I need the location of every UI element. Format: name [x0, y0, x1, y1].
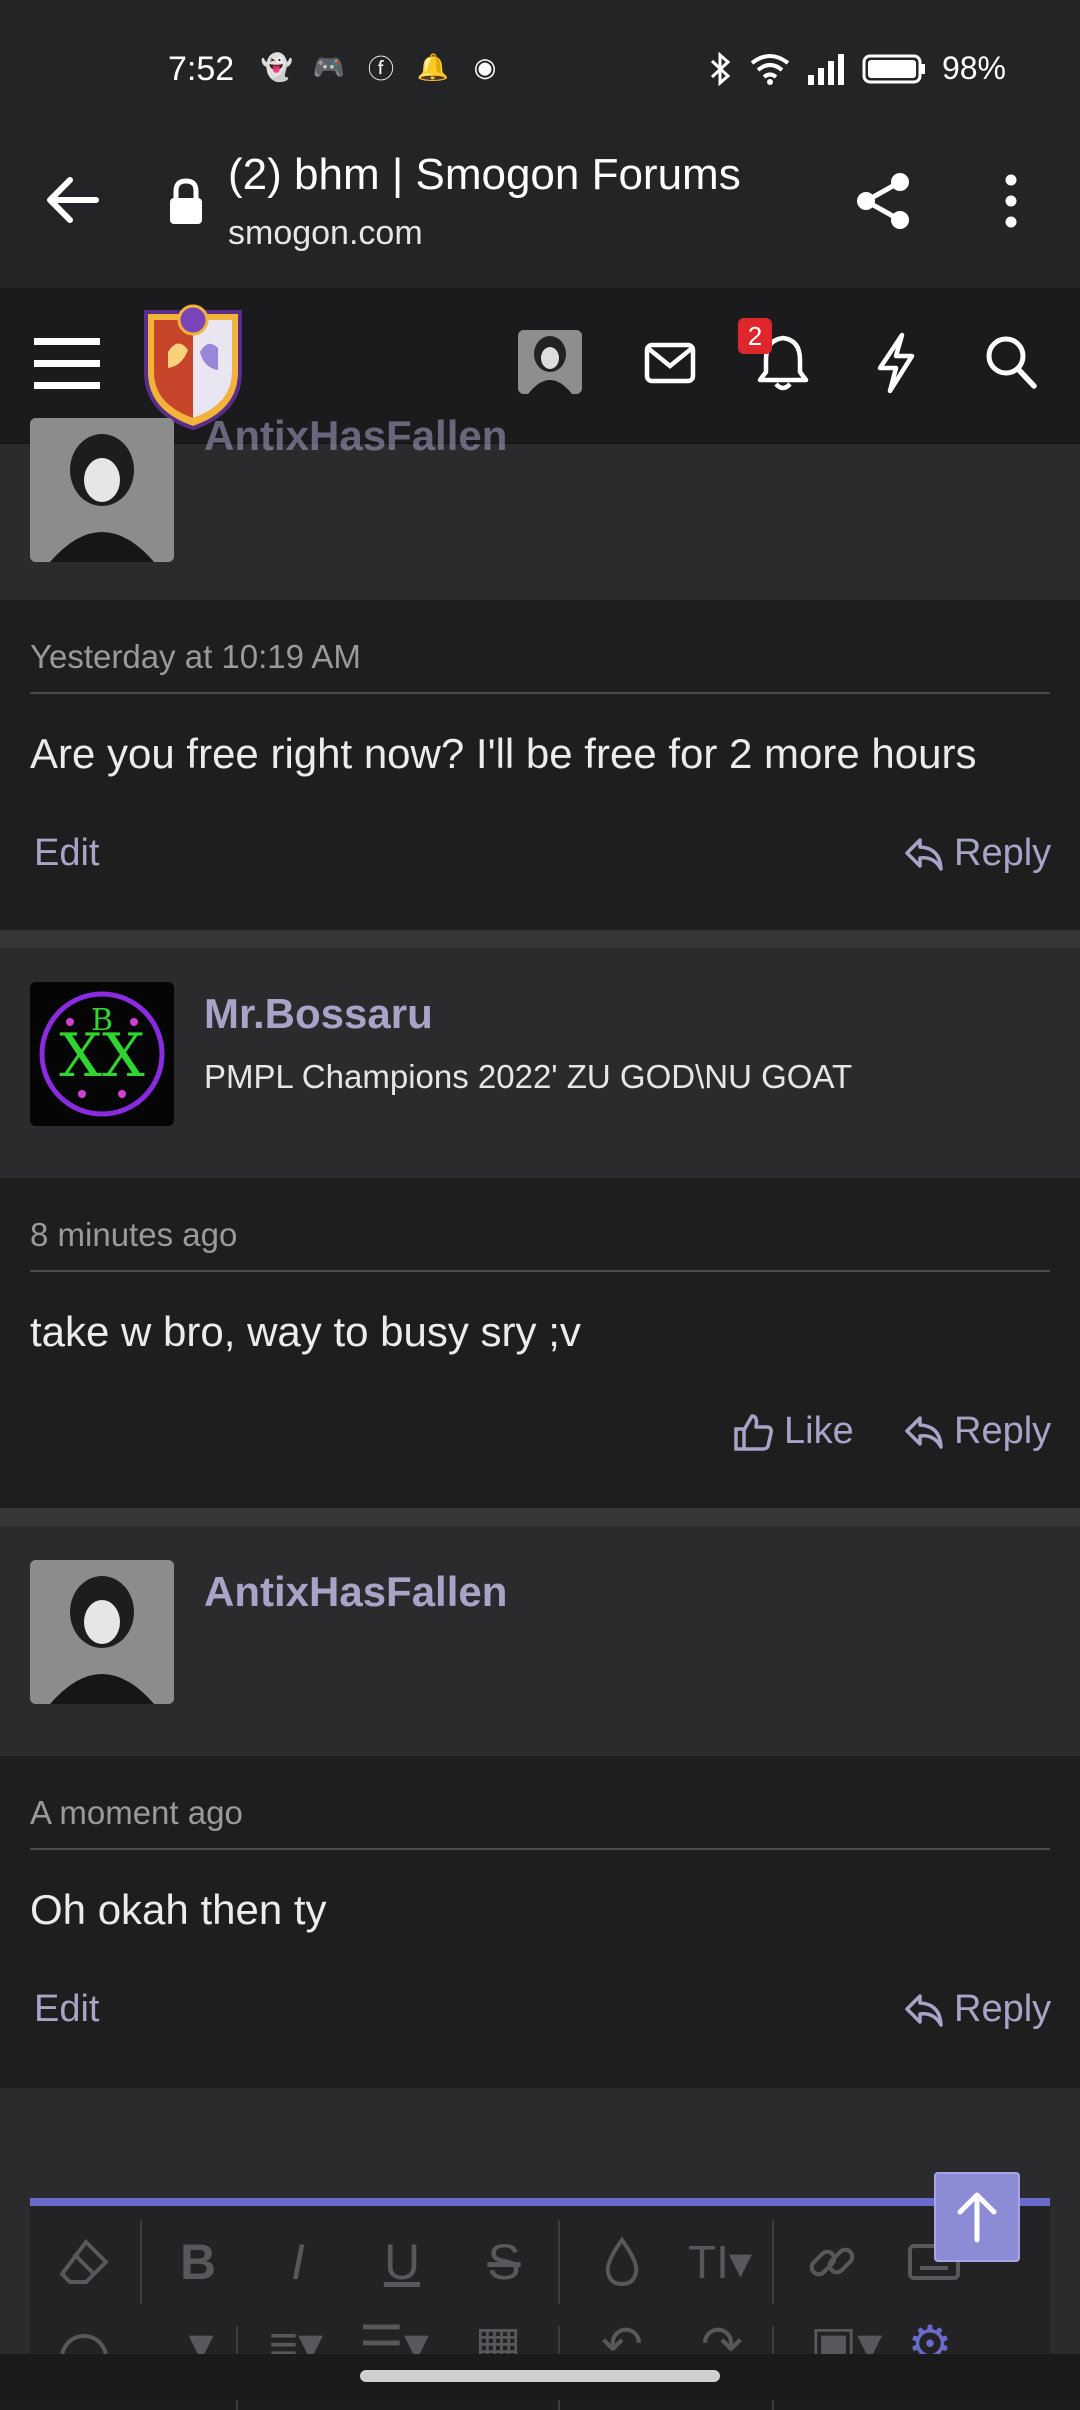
message-text: Oh okah then ty: [30, 1886, 327, 1933]
back-arrow-icon[interactable]: [42, 170, 102, 230]
status-right: 98%: [708, 50, 1006, 87]
signal-icon: [807, 53, 844, 85]
user-avatar[interactable]: [30, 418, 174, 562]
bluetooth-icon: [710, 51, 731, 86]
message-divider: [30, 1270, 1050, 1272]
reply-button[interactable]: Reply: [904, 1410, 1051, 1453]
reply-label: Reply: [954, 832, 1052, 874]
status-bar: 7:52 👻 🎮 ⓕ 🔔 ◉ 98%: [0, 0, 1080, 130]
message-pointer: [78, 1156, 126, 1178]
snapchat-icon: 👻: [260, 51, 294, 82]
message-username[interactable]: AntixHasFallen: [204, 1568, 507, 1616]
message-text: Are you free right now? I'll be free for…: [30, 730, 977, 777]
message-pointer: [78, 1734, 126, 1756]
message-separator: [0, 1508, 1080, 1526]
reply-icon: [905, 837, 943, 871]
user-avatar[interactable]: XX B: [30, 982, 174, 1126]
link-icon[interactable]: [804, 2234, 860, 2290]
lightning-icon[interactable]: [874, 332, 918, 394]
wifi-icon: [750, 53, 790, 85]
reply-label: Reply: [954, 1410, 1052, 1452]
message-divider: [30, 692, 1050, 694]
page-title[interactable]: (2) bhm | Smogon Forums: [228, 150, 741, 200]
menu-icon[interactable]: [34, 336, 100, 392]
user-avatar[interactable]: [30, 1560, 174, 1704]
thumbs-up-icon: [734, 1413, 773, 1451]
page-domain[interactable]: smogon.com: [228, 214, 423, 253]
reply-icon: [905, 1993, 943, 2027]
color-drop-icon[interactable]: [594, 2234, 650, 2290]
toolbar-separator: [140, 2220, 142, 2304]
bell-icon: 🔔: [416, 51, 450, 82]
notification-badge[interactable]: 2: [738, 318, 772, 354]
battery-percent: 98%: [941, 50, 1006, 86]
battery-icon: [862, 54, 925, 83]
message-pointer: [78, 578, 126, 600]
message-username[interactable]: Mr.Bossaru: [204, 990, 433, 1038]
message-user-block: XX B Mr.Bossaru PMPL Champions 2022' ZU G…: [0, 948, 1080, 1178]
app-icon: ◉: [473, 51, 497, 82]
status-time: 7:52: [168, 50, 235, 88]
message-date[interactable]: Yesterday at 10:19 AM: [30, 638, 361, 676]
like-button[interactable]: Like: [734, 1410, 854, 1453]
message-date[interactable]: 8 minutes ago: [30, 1216, 237, 1254]
like-label: Like: [784, 1410, 854, 1452]
font-size-icon[interactable]: TI▾: [680, 2234, 760, 2290]
toolbar-separator: [558, 2220, 560, 2304]
smogon-logo[interactable]: [138, 302, 248, 430]
notification-icons: 👻 🎮 ⓕ 🔔 ◉: [260, 51, 500, 84]
message-divider: [30, 1848, 1050, 1850]
message-text: take w bro, way to busy sry ;v: [30, 1308, 581, 1355]
scroll-to-top-button[interactable]: [934, 2172, 1020, 2262]
edit-button[interactable]: Edit: [34, 832, 99, 875]
edit-label: Edit: [34, 832, 100, 874]
search-icon[interactable]: [984, 334, 1038, 392]
message-date[interactable]: A moment ago: [30, 1794, 243, 1832]
message-body: A moment ago Oh okah then ty Edit Reply: [0, 1756, 1080, 2088]
reply-button[interactable]: Reply: [904, 1988, 1051, 2031]
user-title: PMPL Champions 2022' ZU GOD\NU GOAT: [204, 1058, 853, 1095]
edit-label: Edit: [34, 1988, 100, 2030]
message-separator: [0, 930, 1080, 948]
browser-toolbar: (2) bhm | Smogon Forums smogon.com: [0, 130, 1080, 288]
discord-icon: 🎮: [312, 51, 346, 82]
reply-button[interactable]: Reply: [904, 832, 1051, 875]
eraser-icon[interactable]: [56, 2234, 112, 2290]
strikethrough-icon[interactable]: S: [476, 2234, 532, 2290]
reply-icon: [905, 1415, 943, 1449]
message-body: Yesterday at 10:19 AM Are you free right…: [0, 600, 1080, 930]
more-options-icon[interactable]: [996, 170, 1026, 232]
italic-icon[interactable]: I: [270, 2234, 326, 2290]
edit-button[interactable]: Edit: [34, 1988, 99, 2031]
message-user-block: AntixHasFallen: [0, 412, 1080, 600]
toolbar-separator: [772, 2220, 774, 2304]
user-avatar-small[interactable]: [518, 330, 582, 394]
mail-icon[interactable]: [644, 340, 696, 386]
arrow-up-icon: [957, 2192, 997, 2243]
reply-label: Reply: [954, 1988, 1052, 2030]
system-nav-bar: [0, 2354, 1080, 2400]
bold-icon[interactable]: B: [170, 2234, 226, 2290]
lock-icon[interactable]: [168, 178, 204, 226]
message-user-block: AntixHasFallen: [0, 1526, 1080, 1756]
quick-reply-area: [0, 2088, 1080, 2168]
underline-icon[interactable]: U: [374, 2234, 430, 2290]
svg-text:B: B: [91, 1003, 113, 1038]
reply-editor: B I U S TI▾ …▾ ≡▾ ☰▾ ▦ ↶ ↷ ▣▾ ⚙: [0, 2168, 1080, 2410]
message-username[interactable]: AntixHasFallen: [204, 412, 507, 460]
home-gesture-pill[interactable]: [360, 2370, 720, 2382]
message-body: 8 minutes ago take w bro, way to busy sr…: [0, 1178, 1080, 1508]
facebook-icon: ⓕ: [367, 53, 394, 84]
share-icon[interactable]: [852, 170, 914, 232]
